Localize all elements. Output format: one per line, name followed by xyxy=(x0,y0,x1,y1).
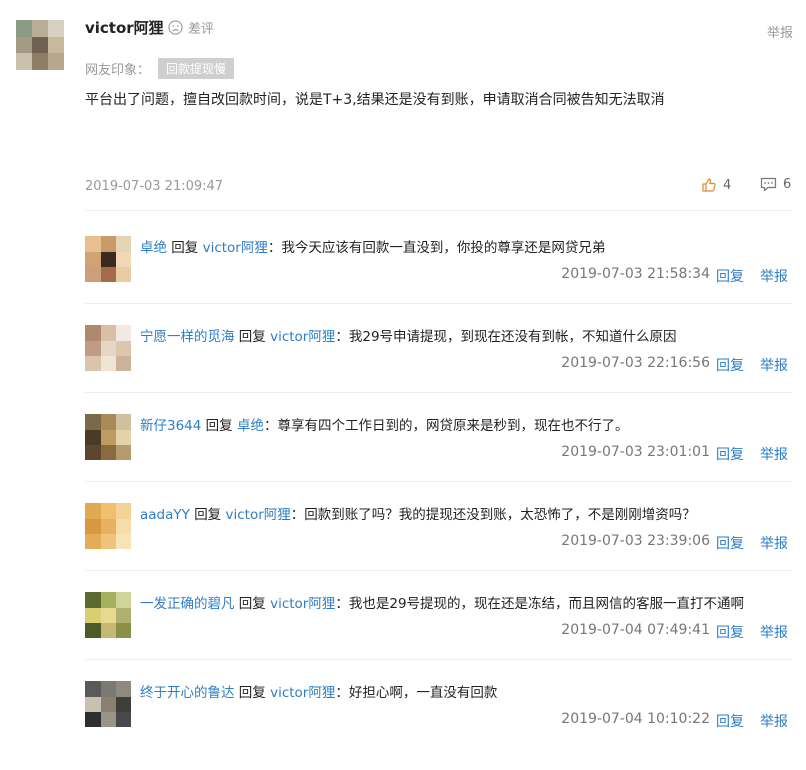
like-button[interactable]: 4 xyxy=(701,177,731,193)
reply-text-line: 一发正确的碧凡 回复 victor阿狸：我也是29号提现的，现在还是冻结，而且网… xyxy=(140,592,744,612)
divider xyxy=(85,659,792,660)
reply-author[interactable]: 卓绝 xyxy=(140,240,167,256)
reply-author[interactable]: aadaYY xyxy=(140,507,190,523)
reply-target[interactable]: victor阿狸 xyxy=(270,329,335,345)
impression-tag: 回款提现慢 xyxy=(158,58,235,79)
reply-text-line: 宁愿一样的觅海 回复 victor阿狸：我29号申请提现，到现在还没有到帐，不知… xyxy=(140,325,677,345)
reply-item: aadaYY 回复 victor阿狸：回款到账了吗？我的提现还没到账，太恐怖了，… xyxy=(0,503,806,592)
report-button[interactable]: 举报 xyxy=(760,622,788,642)
reply-text-line: aadaYY 回复 victor阿狸：回款到账了吗？我的提现还没到账，太恐怖了，… xyxy=(140,503,696,523)
reply-avatar[interactable] xyxy=(85,414,131,460)
reply-target[interactable]: victor阿狸 xyxy=(270,596,335,612)
reply-timestamp: 2019-07-04 07:49:41 xyxy=(561,622,710,638)
reply-word: 回复 xyxy=(205,418,233,434)
reply-text: ：我也是29号提现的，现在还是冻结，而且网信的客服一直打不通啊 xyxy=(335,596,745,612)
reply-target[interactable]: victor阿狸 xyxy=(270,685,335,701)
reply-item: 新仔3644 回复 卓绝：尊享有四个工作日到的，网贷原来是秒到，现在也不行了。 … xyxy=(0,414,806,503)
divider xyxy=(85,481,792,482)
reply-timestamp: 2019-07-04 10:10:22 xyxy=(561,711,710,727)
divider xyxy=(85,392,792,393)
reply-text-line: 新仔3644 回复 卓绝：尊享有四个工作日到的，网贷原来是秒到，现在也不行了。 xyxy=(140,414,628,434)
comment-count: 6 xyxy=(783,177,792,192)
reply-word: 回复 xyxy=(238,685,266,701)
impression-label: 网友印象： xyxy=(85,63,151,78)
reply-target[interactable]: victor阿狸 xyxy=(225,507,290,523)
reply-avatar[interactable] xyxy=(85,503,131,549)
comment-icon xyxy=(760,177,777,192)
reply-word: 回复 xyxy=(238,329,266,345)
report-link[interactable]: 举报 xyxy=(767,22,793,41)
report-button[interactable]: 举报 xyxy=(760,533,788,553)
reply-item: 一发正确的碧凡 回复 victor阿狸：我也是29号提现的，现在还是冻结，而且网… xyxy=(0,592,806,681)
reply-avatar[interactable] xyxy=(85,236,131,282)
rating-label: 差评 xyxy=(188,22,215,37)
reply-item: 卓绝 回复 victor阿狸：我今天应该有回款一直没到，你投的尊享还是网贷兄弟 … xyxy=(0,236,806,325)
user-avatar[interactable] xyxy=(16,20,64,70)
divider xyxy=(85,570,792,571)
impression: 网友印象： 回款提现慢 xyxy=(85,58,235,79)
reply-meta: 2019-07-03 23:01:01 回复 举报 xyxy=(561,444,788,464)
reply-button[interactable]: 回复 xyxy=(716,355,744,375)
reply-meta: 2019-07-03 22:16:56 回复 举报 xyxy=(561,355,788,375)
post-username[interactable]: victor阿狸 xyxy=(85,17,164,38)
divider xyxy=(85,303,792,304)
reply-avatar[interactable] xyxy=(85,325,131,371)
reply-button[interactable]: 回复 xyxy=(716,533,744,553)
reply-meta: 2019-07-03 23:39:06 回复 举报 xyxy=(561,533,788,553)
reply-item: 终于开心的鲁达 回复 victor阿狸：好担心啊，一直没有回款 2019-07-… xyxy=(0,681,806,770)
reply-timestamp: 2019-07-03 22:16:56 xyxy=(561,355,710,371)
like-count: 4 xyxy=(723,177,732,193)
reply-timestamp: 2019-07-03 21:58:34 xyxy=(561,266,710,282)
reply-text: ：好担心啊，一直没有回款 xyxy=(335,685,498,701)
reply-meta: 2019-07-04 10:10:22 回复 举报 xyxy=(561,711,788,731)
report-button[interactable]: 举报 xyxy=(760,266,788,286)
reply-button[interactable]: 回复 xyxy=(716,266,744,286)
reply-text: ：我今天应该有回款一直没到，你投的尊享还是网贷兄弟 xyxy=(267,240,606,256)
reply-target[interactable]: 卓绝 xyxy=(237,418,264,434)
thumbs-up-icon xyxy=(701,177,717,193)
reply-text: ：我29号申请提现，到现在还没有到帐，不知道什么原因 xyxy=(335,329,677,345)
reply-meta: 2019-07-03 21:58:34 回复 举报 xyxy=(561,266,788,286)
report-button[interactable]: 举报 xyxy=(760,355,788,375)
comment-button[interactable]: 6 xyxy=(760,177,791,192)
reply-word: 回复 xyxy=(171,240,199,256)
reply-item: 宁愿一样的觅海 回复 victor阿狸：我29号申请提现，到现在还没有到帐，不知… xyxy=(0,325,806,414)
reply-avatar[interactable] xyxy=(85,681,131,727)
reply-target[interactable]: victor阿狸 xyxy=(203,240,268,256)
reply-word: 回复 xyxy=(238,596,266,612)
rating: 差评 xyxy=(168,18,214,37)
reply-button[interactable]: 回复 xyxy=(716,444,744,464)
reply-author[interactable]: 终于开心的鲁达 xyxy=(140,685,235,701)
reply-text-line: 终于开心的鲁达 回复 victor阿狸：好担心啊，一直没有回款 xyxy=(140,681,497,701)
reply-text: ：回款到账了吗？我的提现还没到账，太恐怖了，不是刚刚增资吗？ xyxy=(290,507,696,523)
reply-meta: 2019-07-04 07:49:41 回复 举报 xyxy=(561,622,788,642)
post-timestamp: 2019-07-03 21:09:47 xyxy=(85,179,224,194)
reply-timestamp: 2019-07-03 23:01:01 xyxy=(561,444,710,460)
reply-button[interactable]: 回复 xyxy=(716,622,744,642)
report-button[interactable]: 举报 xyxy=(760,711,788,731)
reply-author[interactable]: 一发正确的碧凡 xyxy=(140,596,235,612)
reply-avatar[interactable] xyxy=(85,592,131,638)
reply-author[interactable]: 宁愿一样的觅海 xyxy=(140,329,235,345)
post-content: 平台出了问题，擅自改回款时间，说是T+3,结果还是没有到账，申请取消合同被告知无… xyxy=(85,92,665,108)
sad-face-icon xyxy=(168,20,183,35)
reply-author[interactable]: 新仔3644 xyxy=(140,418,201,434)
reply-word: 回复 xyxy=(194,507,222,523)
reply-text: ：尊享有四个工作日到的，网贷原来是秒到，现在也不行了。 xyxy=(263,418,629,434)
report-button[interactable]: 举报 xyxy=(760,444,788,464)
reply-timestamp: 2019-07-03 23:39:06 xyxy=(561,533,710,549)
divider xyxy=(85,210,792,211)
reply-button[interactable]: 回复 xyxy=(716,711,744,731)
reply-text-line: 卓绝 回复 victor阿狸：我今天应该有回款一直没到，你投的尊享还是网贷兄弟 xyxy=(140,236,605,256)
